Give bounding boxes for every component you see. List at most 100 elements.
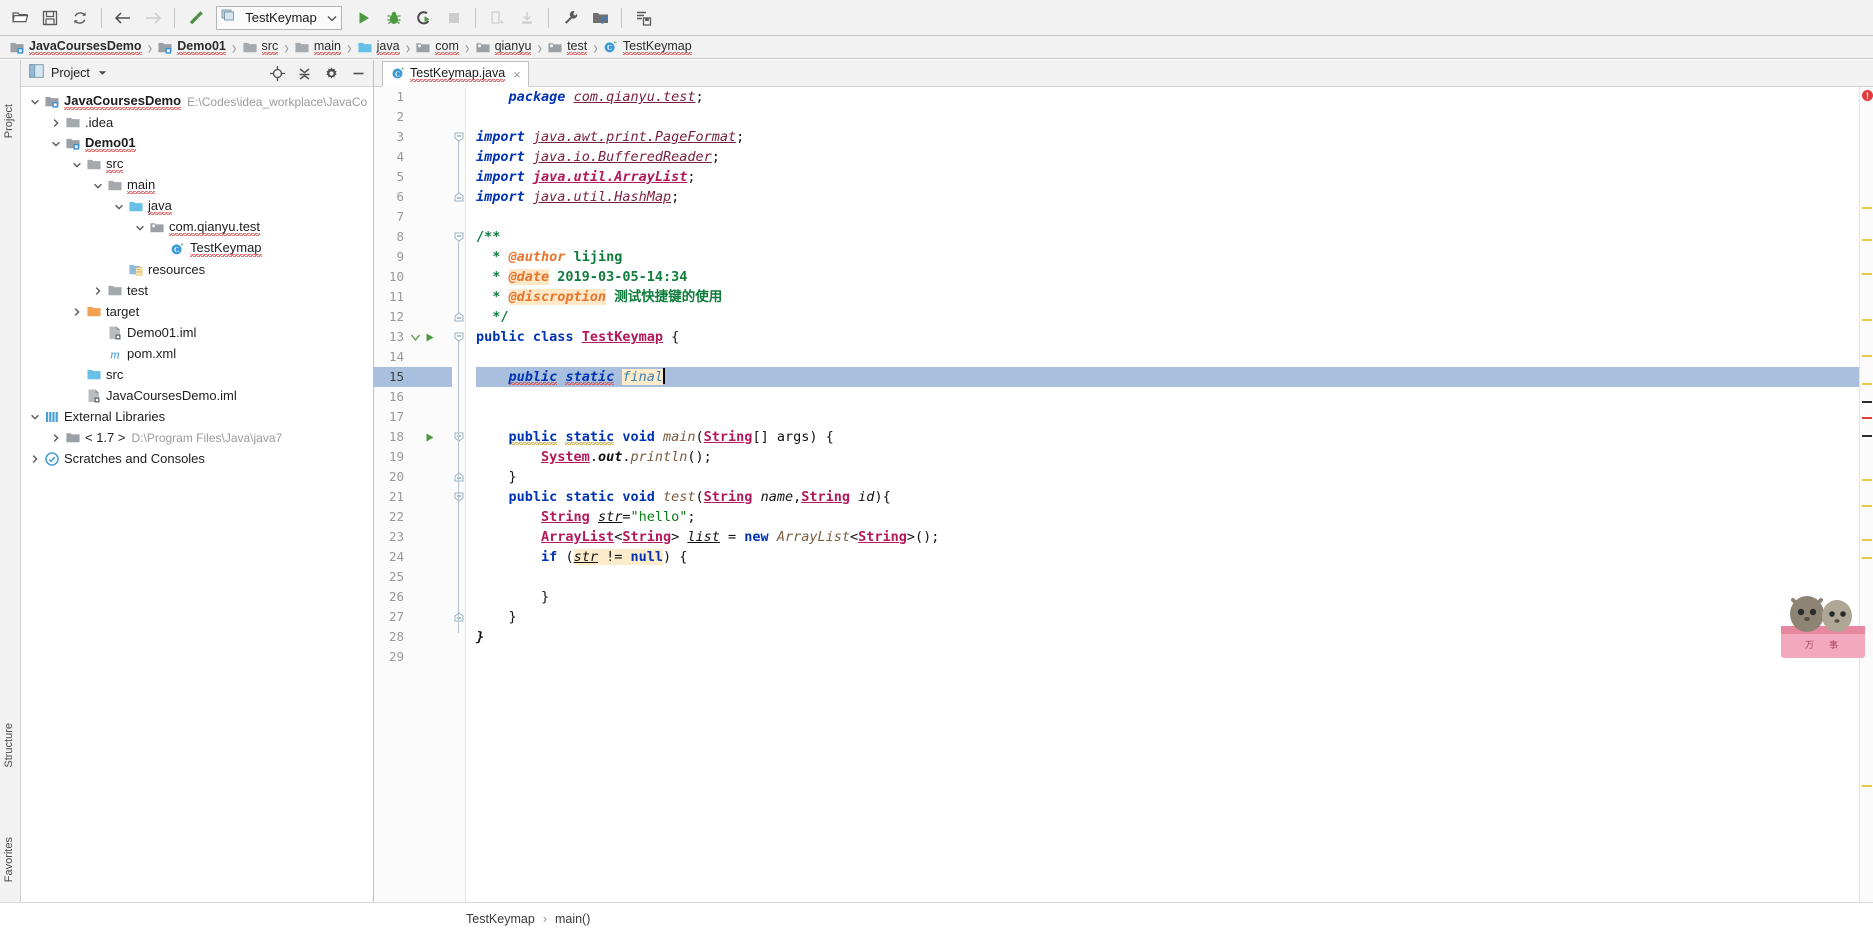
editor-tab-testkeymap[interactable]: C TestKeymap.java × [382, 61, 529, 87]
gutter-marks[interactable] [404, 487, 450, 507]
code-line-20[interactable]: } [476, 467, 1859, 487]
error-stripe-mark[interactable] [1862, 539, 1872, 541]
run-configuration-selector[interactable]: TestKeymap [216, 5, 342, 30]
gutter-marks[interactable] [404, 427, 450, 447]
code-line-2[interactable] [476, 107, 1859, 127]
gutter-line-16[interactable]: 16 [374, 387, 452, 407]
code-line-26[interactable]: } [476, 587, 1859, 607]
gutter-marks[interactable] [404, 507, 450, 527]
gutter-marks[interactable] [404, 327, 450, 347]
fold-open-icon[interactable] [454, 232, 464, 242]
code-content[interactable]: package com.qianyu.test; import java.awt… [466, 87, 1859, 902]
breadcrumb-item-java[interactable]: java [352, 36, 404, 59]
forward-arrow-icon[interactable] [139, 5, 167, 31]
tree-node-demo01.iml[interactable]: Demo01.iml [21, 322, 373, 343]
tree-node-com.qianyu.test[interactable]: com.qianyu.test [21, 217, 373, 238]
gutter-line-27[interactable]: 27 [374, 607, 452, 627]
gutter-line-19[interactable]: 19 [374, 447, 452, 467]
code-line-10[interactable]: * @date 2019-03-05-14:34 [476, 267, 1859, 287]
gutter-marks[interactable] [404, 227, 450, 247]
chevron-down-icon[interactable] [98, 68, 107, 78]
error-stripe-mark[interactable] [1862, 785, 1872, 787]
hide-icon[interactable] [347, 62, 369, 84]
error-stripe-mark[interactable] [1862, 435, 1872, 437]
sync-refresh-icon[interactable] [66, 5, 94, 31]
error-stripe-mark[interactable] [1862, 239, 1872, 241]
tree-node-src[interactable]: src [21, 364, 373, 385]
code-line-29[interactable] [476, 647, 1859, 667]
locate-target-icon[interactable] [266, 62, 288, 84]
code-line-12[interactable]: */ [476, 307, 1859, 327]
gear-icon[interactable] [320, 62, 342, 84]
gutter-marks[interactable] [404, 207, 450, 227]
tree-node-demo01[interactable]: Demo01 [21, 133, 373, 154]
tree-node-javacoursesdemo.iml[interactable]: JavaCoursesDemo.iml [21, 385, 373, 406]
update-app-icon[interactable] [483, 5, 511, 31]
code-line-18[interactable]: public static void main(String[] args) { [476, 427, 1859, 447]
code-line-17[interactable] [476, 407, 1859, 427]
chevron-right-icon[interactable] [90, 280, 106, 301]
gutter-marks[interactable] [404, 527, 450, 547]
error-count-badge[interactable]: ! [1862, 90, 1873, 101]
back-arrow-icon[interactable] [109, 5, 137, 31]
error-stripe-mark[interactable] [1862, 355, 1872, 357]
gutter-line-24[interactable]: 24 [374, 547, 452, 567]
code-line-22[interactable]: String str="hello"; [476, 507, 1859, 527]
fold-line-29[interactable] [452, 647, 465, 667]
code-line-16[interactable] [476, 387, 1859, 407]
error-stripe-mark[interactable] [1862, 207, 1872, 209]
fold-close-icon[interactable] [454, 472, 464, 482]
fold-line-1[interactable] [452, 87, 465, 107]
breadcrumb-item-main[interactable]: main [289, 36, 345, 59]
code-line-21[interactable]: public static void test(String name,Stri… [476, 487, 1859, 507]
gutter-line-14[interactable]: 14 [374, 347, 452, 367]
gutter-line-20[interactable]: 20 [374, 467, 452, 487]
debug-icon[interactable] [380, 5, 408, 31]
gutter-marks[interactable] [404, 287, 450, 307]
breadcrumb-item-com[interactable]: com [410, 36, 463, 59]
tree-node-pom.xml[interactable]: m pom.xml [21, 343, 373, 364]
code-line-14[interactable] [476, 347, 1859, 367]
chevron-right-icon[interactable] [27, 448, 43, 469]
breadcrumb-item-qianyu[interactable]: qianyu [470, 36, 536, 59]
chevron-right-icon[interactable] [48, 427, 64, 448]
tree-node-external-libraries[interactable]: External Libraries [21, 406, 373, 427]
error-stripe-mark[interactable] [1862, 557, 1872, 559]
code-line-4[interactable]: import java.io.BufferedReader; [476, 147, 1859, 167]
error-stripe[interactable]: ! [1859, 87, 1873, 902]
gutter-marks[interactable] [404, 547, 450, 567]
code-line-25[interactable] [476, 567, 1859, 587]
error-stripe-mark[interactable] [1862, 319, 1872, 321]
save-all-icon[interactable] [36, 5, 64, 31]
fold-line-2[interactable] [452, 107, 465, 127]
error-stripe-mark[interactable] [1862, 273, 1872, 275]
chevron-down-icon[interactable] [111, 196, 127, 217]
code-line-9[interactable]: * @author lijing [476, 247, 1859, 267]
gutter-line-15[interactable]: 15 [374, 367, 452, 387]
tree-node-java[interactable]: java [21, 196, 373, 217]
gutter-line-11[interactable]: 11 [374, 287, 452, 307]
chevron-down-icon[interactable] [132, 217, 148, 238]
gutter-marks[interactable] [404, 567, 450, 587]
build-hammer-icon[interactable] [182, 5, 210, 31]
error-stripe-mark[interactable] [1862, 479, 1872, 481]
gutter-marks[interactable] [404, 107, 450, 127]
gutter-marks[interactable] [404, 627, 450, 647]
gutter-line-12[interactable]: 12 [374, 307, 452, 327]
error-stripe-mark[interactable] [1862, 383, 1872, 385]
gutter-marks[interactable] [404, 647, 450, 667]
gutter-marks[interactable] [404, 447, 450, 467]
gutter-marks[interactable] [404, 267, 450, 287]
gutter-marks[interactable] [404, 167, 450, 187]
gutter-line-4[interactable]: 4 [374, 147, 452, 167]
breadcrumb-item-demo01[interactable]: Demo01 [152, 36, 230, 59]
error-stripe-mark[interactable] [1862, 505, 1872, 507]
code-line-24[interactable]: if (str != null) { [476, 547, 1859, 567]
chevron-down-icon[interactable] [48, 133, 64, 154]
tree-node-resources[interactable]: resources [21, 259, 373, 280]
fold-close-icon[interactable] [454, 612, 464, 622]
save-database-icon[interactable] [629, 5, 657, 31]
tree-node-testkeymap[interactable]: C TestKeymap [21, 238, 373, 259]
tree-node-target[interactable]: target [21, 301, 373, 322]
install-icon[interactable] [513, 5, 541, 31]
